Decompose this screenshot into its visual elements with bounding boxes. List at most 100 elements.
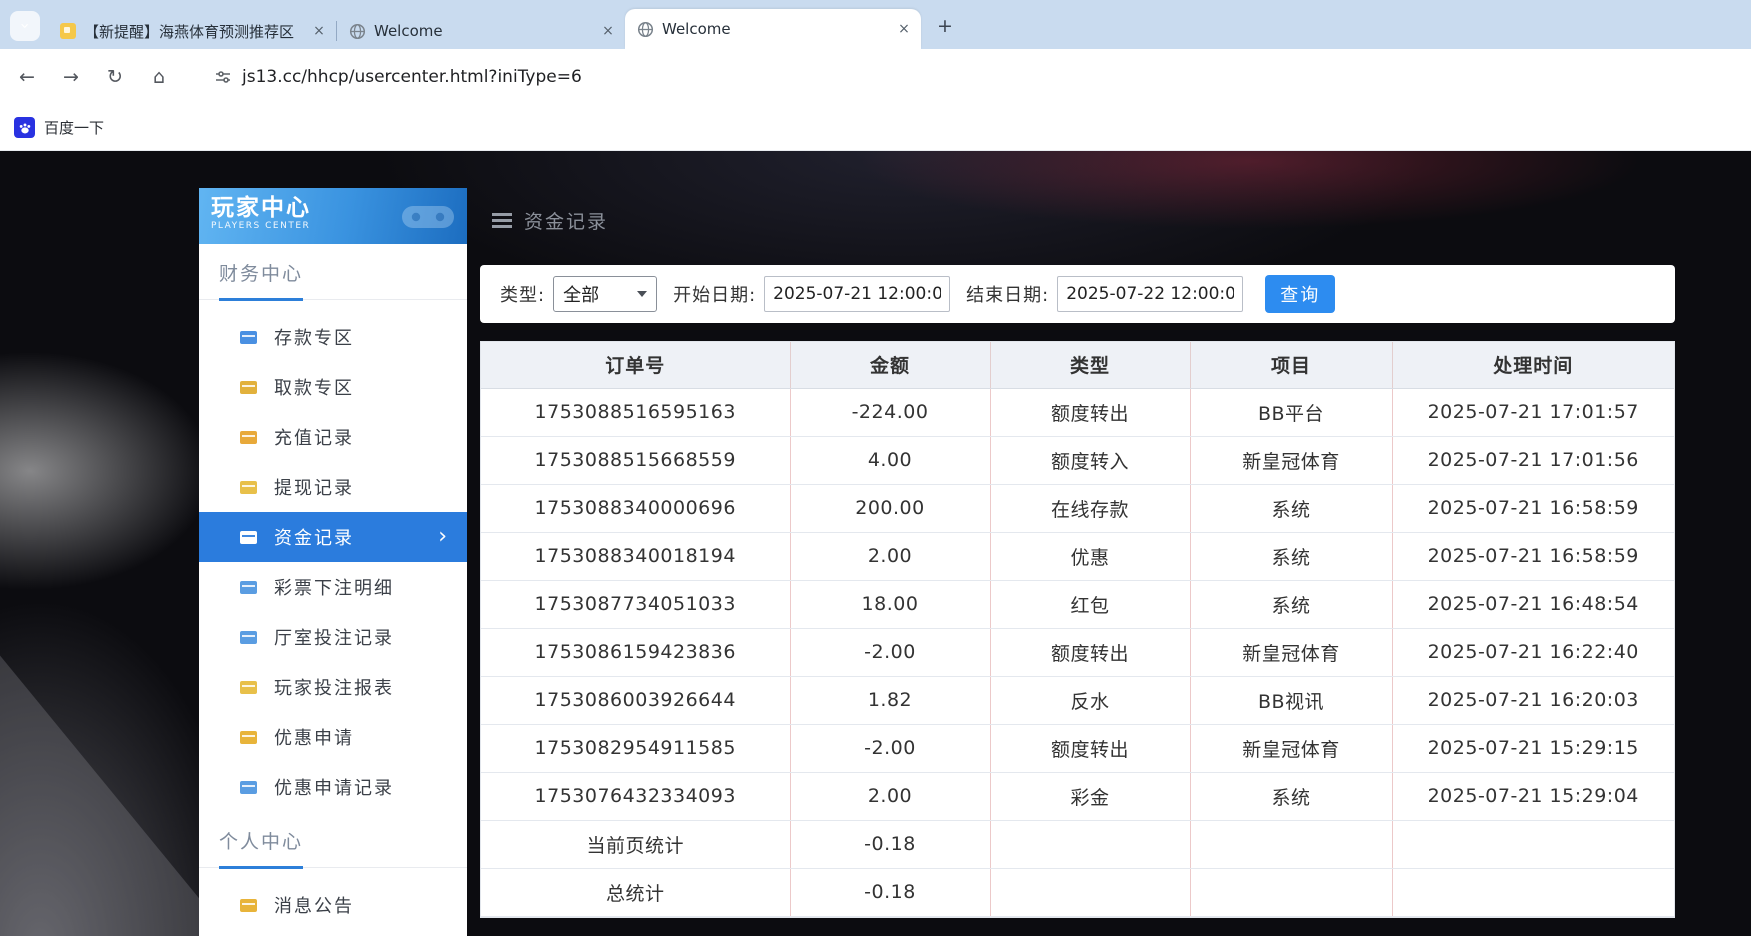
sidebar-item-label: 优惠申请记录	[274, 774, 449, 800]
sidebar-item-recharge-record[interactable]: 充值记录	[199, 412, 467, 462]
url-field[interactable]: js13.cc/hhcp/usercenter.html?iniType=6	[198, 58, 818, 96]
sidebar-item-deposit-card[interactable]: 存款专区	[199, 312, 467, 362]
personal-menu: 消息公告	[199, 868, 467, 930]
reload-button[interactable]: ↻	[98, 60, 132, 94]
chevron-right-icon: ›	[438, 526, 449, 548]
table-cell: 18.00	[790, 580, 990, 628]
table-cell: 2025-07-21 16:48:54	[1392, 580, 1674, 628]
table-cell: BB视讯	[1190, 676, 1392, 724]
table-cell: 新皇冠体育	[1190, 724, 1392, 772]
start-date-label: 开始日期:	[673, 281, 756, 307]
table-cell: 1753086003926644	[481, 676, 790, 724]
withdraw-cash-icon	[240, 381, 257, 394]
lottery-bets-icon	[240, 581, 257, 594]
sidebar-item-label: 优惠申请	[274, 724, 449, 750]
table-cell: BB平台	[1190, 388, 1392, 436]
tab-title: 【新提醒】海燕体育预测推荐区	[84, 21, 302, 42]
page-title: 资金记录	[524, 207, 608, 234]
sidebar-item-label: 存款专区	[274, 324, 449, 350]
table-row: 17530885156685594.00额度转入新皇冠体育2025-07-21 …	[481, 436, 1674, 484]
sidebar-item-label: 消息公告	[274, 892, 449, 918]
table-cell: 2.00	[790, 532, 990, 580]
withdrawal-record-icon	[240, 481, 257, 494]
sidebar-item-promo-apply[interactable]: 优惠申请	[199, 712, 467, 762]
bell-icon	[240, 899, 257, 912]
chevron-down-icon: ›	[17, 23, 33, 29]
sidebar: 玩家中心 PLAYERS CENTER 财务中心 存款专区取款专区充值记录提现记…	[199, 188, 467, 936]
sidebar-item-hall-bets[interactable]: 厅室投注记录	[199, 612, 467, 662]
page-background: 玩家中心 PLAYERS CENTER 财务中心 存款专区取款专区充值记录提现记…	[0, 151, 1751, 936]
deposit-card-icon	[240, 331, 257, 344]
table-cell: -224.00	[790, 388, 990, 436]
sidebar-item-funds-record[interactable]: 资金记录 ›	[199, 512, 467, 562]
close-icon[interactable]: ×	[599, 22, 617, 40]
funds-record-icon	[240, 531, 257, 544]
site-info-icon[interactable]	[214, 68, 232, 86]
end-date-input[interactable]	[1057, 276, 1243, 312]
promo-record-icon	[240, 781, 257, 794]
sidebar-item-withdrawal-record[interactable]: 提现记录	[199, 462, 467, 512]
table-cell: 2025-07-21 16:20:03	[1392, 676, 1674, 724]
tab-strip: › 【新提醒】海燕体育预测推荐区 × Welcome × Welcome × +	[0, 0, 1751, 49]
table-cell: -2.00	[790, 628, 990, 676]
table-cell: 在线存款	[990, 484, 1190, 532]
table-cell: 总统计	[481, 868, 790, 916]
tab-2[interactable]: Welcome ×	[337, 13, 625, 49]
hall-bets-icon	[240, 631, 257, 644]
table-cell: 2025-07-21 17:01:56	[1392, 436, 1674, 484]
bookmark-item[interactable]: 百度一下	[44, 117, 104, 138]
tab-3-active[interactable]: Welcome ×	[625, 9, 921, 49]
recharge-record-icon	[240, 431, 257, 444]
yellow-site-icon	[60, 23, 76, 39]
hamburger-icon[interactable]	[492, 219, 512, 222]
table-cell: -0.18	[790, 820, 990, 868]
column-header: 金额	[790, 342, 990, 388]
table-cell	[990, 820, 1190, 868]
table-cell	[1392, 868, 1674, 916]
tab-title: Welcome	[374, 22, 591, 40]
start-date-input[interactable]	[764, 276, 950, 312]
forward-button[interactable]: →	[54, 60, 88, 94]
close-icon[interactable]: ×	[310, 22, 328, 40]
table-row: 1753082954911585-2.00额度转出新皇冠体育2025-07-21…	[481, 724, 1674, 772]
table-cell	[1190, 868, 1392, 916]
table-cell: 额度转出	[990, 724, 1190, 772]
search-button[interactable]: 查询	[1265, 275, 1335, 313]
tab-title: Welcome	[662, 20, 887, 38]
table-row: 17530883400181942.00优惠系统2025-07-21 16:58…	[481, 532, 1674, 580]
globe-icon	[349, 23, 366, 40]
close-icon[interactable]: ×	[895, 20, 913, 38]
table-cell: 1753088340018194	[481, 532, 790, 580]
table-row: 17530860039266441.82反水BB视讯2025-07-21 16:…	[481, 676, 1674, 724]
sidebar-item-player-report[interactable]: 玩家投注报表	[199, 662, 467, 712]
baidu-icon	[14, 117, 35, 138]
table-cell: 1753086159423836	[481, 628, 790, 676]
table-cell: 额度转出	[990, 628, 1190, 676]
new-tab-button[interactable]: +	[931, 12, 959, 40]
sidebar-item-withdraw-cash[interactable]: 取款专区	[199, 362, 467, 412]
table-cell: -0.18	[790, 868, 990, 916]
table-cell: 系统	[1190, 484, 1392, 532]
sidebar-item-label: 资金记录	[274, 524, 421, 550]
table-body: 1753088516595163-224.00额度转出BB平台2025-07-2…	[481, 388, 1674, 916]
back-button[interactable]: ←	[10, 60, 44, 94]
sidebar-item-promo-record[interactable]: 优惠申请记录	[199, 762, 467, 812]
table-row: 1753088516595163-224.00额度转出BB平台2025-07-2…	[481, 388, 1674, 436]
tab-1[interactable]: 【新提醒】海燕体育预测推荐区 ×	[48, 13, 336, 49]
home-button[interactable]: ⌂	[142, 60, 176, 94]
table-cell: 1753088516595163	[481, 388, 790, 436]
type-select[interactable]: 全部	[553, 276, 657, 312]
gamepad-icon	[397, 197, 459, 235]
table-cell: 2025-07-21 16:58:59	[1392, 532, 1674, 580]
table-cell: 1753082954911585	[481, 724, 790, 772]
table-cell: 2025-07-21 16:58:59	[1392, 484, 1674, 532]
tab-actions-button[interactable]: ›	[10, 11, 40, 41]
sidebar-item-label: 彩票下注明细	[274, 574, 449, 600]
sidebar-item-bell[interactable]: 消息公告	[199, 880, 467, 930]
sidebar-item-label: 充值记录	[274, 424, 449, 450]
table-cell	[990, 868, 1190, 916]
sidebar-section-personal: 个人中心	[199, 812, 467, 868]
sidebar-item-lottery-bets[interactable]: 彩票下注明细	[199, 562, 467, 612]
column-header: 类型	[990, 342, 1190, 388]
table-cell: 2025-07-21 15:29:04	[1392, 772, 1674, 820]
